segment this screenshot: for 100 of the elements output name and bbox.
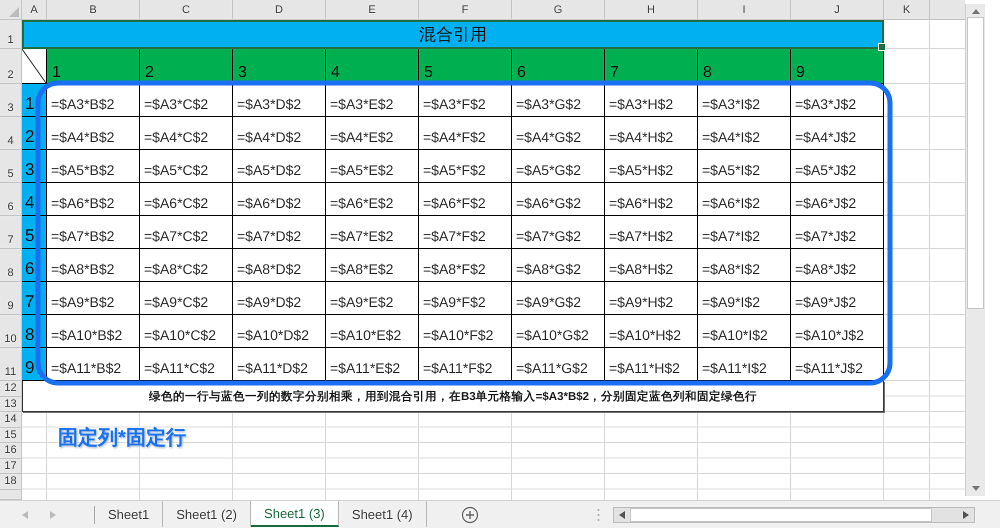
row-header[interactable]: 13 [0,396,22,412]
sheet-tab[interactable]: Sheet1 [95,501,164,527]
table-cell: =$A8*D$2 [233,249,326,282]
scroll-down-icon[interactable] [972,486,980,492]
column-header[interactable]: K [884,0,930,20]
row-header[interactable]: 16 [0,443,22,458]
table-cell: =$A7*B$2 [47,216,140,249]
row-header[interactable]: 5 [0,150,22,183]
column-header[interactable]: D [233,0,326,20]
column-header[interactable]: G [512,0,605,20]
row-header[interactable]: 18 [0,474,22,490]
table-cell: =$A5*F$2 [419,150,512,183]
row-header[interactable]: 1 [0,20,22,49]
row-header[interactable]: 10 [0,315,22,348]
row-header[interactable]: 17 [0,458,22,474]
column-header[interactable]: C [140,0,233,20]
table-cell: =$A4*B$2 [47,117,140,150]
horizontal-scrollbar[interactable] [612,506,975,522]
table-cell: =$A5*E$2 [326,150,419,183]
vertical-scrollbar[interactable] [965,4,985,496]
table-cell: =$A9*G$2 [512,282,605,315]
table-cell: =$A4*D$2 [233,117,326,150]
table-cell: =$A8*E$2 [326,249,419,282]
table-cell: =$A5*H$2 [605,150,698,183]
table-cell: =$A4*H$2 [605,117,698,150]
table-cell: =$A9*B$2 [47,282,140,315]
row-header[interactable]: 14 [0,412,22,428]
table-cell: =$A5*D$2 [233,150,326,183]
table-cell: =$A9*J$2 [791,282,884,315]
table-cell: =$A7*H$2 [605,216,698,249]
fill-handle[interactable] [878,43,886,51]
row-header[interactable]: 3 [0,84,22,117]
table-cell: =$A5*B$2 [47,150,140,183]
table-cell: =$A8*F$2 [419,249,512,282]
table-cell: =$A8*I$2 [698,249,791,282]
table-cell: =$A8*C$2 [140,249,233,282]
previous-sheet-icon[interactable] [22,510,28,518]
table-cell: =$A11*F$2 [419,348,512,381]
table-cell: =$A4*I$2 [698,117,791,150]
table-cell: =$A3*I$2 [698,84,791,117]
table-cell: =$A4*J$2 [791,117,884,150]
table-cell: =$A7*G$2 [512,216,605,249]
column-header[interactable]: B [47,0,140,20]
sheet-tab[interactable]: Sheet1 (4) [338,501,427,527]
row-header[interactable]: 9 [0,282,22,315]
row-header[interactable]: 4 [0,117,22,150]
column-header[interactable]: F [419,0,512,20]
table-cell: =$A9*E$2 [326,282,419,315]
sheet-tab[interactable]: Sheet1 (3) [250,501,339,527]
column-header[interactable]: H [605,0,698,20]
table-cell: =$A5*C$2 [140,150,233,183]
table-cell: =$A6*C$2 [140,183,233,216]
table-cell: =$A10*C$2 [140,315,233,348]
table-cell: =$A6*H$2 [605,183,698,216]
table-cell: =$A11*E$2 [326,348,419,381]
row-header[interactable]: 2 [0,49,22,84]
scroll-up-icon[interactable] [972,8,980,14]
row-header[interactable]: 12 [0,381,22,396]
table-cell: =$A4*G$2 [512,117,605,150]
table-cell: 1 [47,49,140,84]
row-header[interactable]: 6 [0,183,22,216]
row-header[interactable]: 15 [0,428,22,443]
next-sheet-icon[interactable] [50,510,56,518]
table-cell: =$A5*G$2 [512,150,605,183]
splitter-icon[interactable] [596,508,600,522]
add-sheet-icon[interactable] [460,506,479,524]
row-header[interactable] [0,490,22,500]
table-cell: =$A7*F$2 [419,216,512,249]
table-cell: =$A8*G$2 [512,249,605,282]
table-cell: =$A6*D$2 [233,183,326,216]
column-header[interactable]: I [698,0,791,20]
column-header [930,0,965,20]
column-header[interactable]: J [791,0,884,20]
table-cell: =$A6*E$2 [326,183,419,216]
column-header[interactable]: A [22,0,47,20]
column-header[interactable]: E [326,0,419,20]
table-cell: =$A10*J$2 [791,315,884,348]
scroll-left-icon[interactable] [618,510,625,518]
table-cell: =$A7*E$2 [326,216,419,249]
row-header[interactable]: 11 [0,348,22,381]
table-cell: =$A10*E$2 [326,315,419,348]
table-cell: =$A10*B$2 [47,315,140,348]
table-cell: =$A8*B$2 [47,249,140,282]
select-all-corner[interactable] [0,0,22,20]
table-cell: =$A7*D$2 [233,216,326,249]
table-cell: =$A3*F$2 [419,84,512,117]
table-cell: =$A11*C$2 [140,348,233,381]
table-cell: =$A6*F$2 [419,183,512,216]
table-cell: =$A11*J$2 [791,348,884,381]
table-cell: =$A3*D$2 [233,84,326,117]
row-header[interactable]: 8 [0,249,22,282]
table-cell: =$A3*C$2 [140,84,233,117]
scroll-right-icon[interactable] [962,510,969,518]
table-cell: =$A3*H$2 [605,84,698,117]
row-header[interactable]: 7 [0,216,22,249]
annotation-text: 固定列*固定行 [58,426,186,451]
table-cell: =$A4*C$2 [140,117,233,150]
table-cell: =$A11*H$2 [605,348,698,381]
table-cell: =$A9*C$2 [140,282,233,315]
table-cell: =$A10*H$2 [605,315,698,348]
